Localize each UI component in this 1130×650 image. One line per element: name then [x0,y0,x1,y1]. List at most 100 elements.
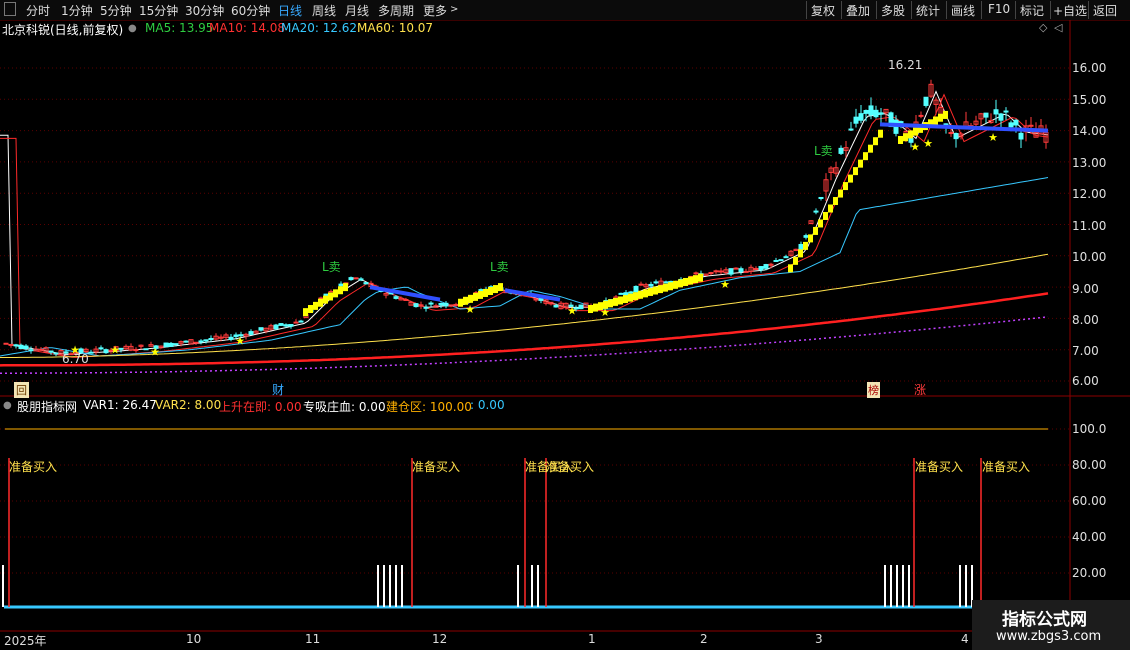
signal-bar [308,305,313,314]
tab-30min[interactable]: 30分钟 [185,2,224,19]
ma10-label: MA10: 14.08 [209,21,286,35]
hui-marker[interactable]: 回 [14,382,29,398]
ind-tick: 60.00 [1072,494,1107,508]
candle-body [163,342,169,348]
back-button[interactable]: 返回 [1093,2,1117,19]
mark-button[interactable]: 标记 [1020,2,1044,19]
candle-body [18,344,24,350]
candle-body [208,337,214,340]
tab-60min[interactable]: 60分钟 [231,2,270,19]
candle-body [98,347,104,350]
kline-chart[interactable]: ★ ★ ★★★ ★ ★★★ ★ ★ [0,20,1130,650]
candle-body [413,303,419,308]
candle-body [443,302,449,307]
candle-body [993,109,999,115]
tab-monthly[interactable]: 月线 [345,2,369,19]
triangle-icon[interactable]: ◁ [1054,21,1062,34]
stats-button[interactable]: 统计 [916,2,940,19]
candle-body [403,298,409,301]
signal-bar [808,234,813,243]
price-tick: 6.00 [1072,374,1099,388]
ind-tick: 20.00 [1072,566,1107,580]
star-marker: ★ [910,140,920,153]
time-tick: 1 [588,632,596,646]
indicator-name[interactable]: 股朋指标网 [17,398,77,415]
signal-bar [468,294,473,303]
signal-bar [798,249,803,258]
signal-bar [498,283,503,292]
signal-bar [843,182,848,191]
signal-bar [943,110,948,119]
candle-body [918,114,924,117]
signal-bar [338,286,343,295]
signal-bar [698,273,703,282]
f10-button[interactable]: F10 [988,2,1010,16]
ma5-label: MA5: 13.95 [145,21,214,35]
tab-daily[interactable]: 日线 [278,2,302,19]
settings-dot-icon[interactable]: ● [128,23,137,34]
draw-line-button[interactable]: 画线 [951,2,975,19]
watermark-title: 指标公式网 [1002,610,1087,630]
signal-bar [493,285,498,294]
signal-bar [833,197,838,206]
fuquan-button[interactable]: 复权 [811,2,835,19]
tab-multi-period[interactable]: 多周期 [378,2,414,19]
candle-body [863,109,869,114]
candle-body [693,272,699,275]
time-tick: 2025年 [4,634,47,648]
candle-body [8,343,14,346]
diamond-icon[interactable]: ◇ [1039,21,1047,34]
window-icon[interactable] [4,2,16,16]
price-tick: 11.00 [1072,219,1107,233]
signal-bar [938,113,943,122]
ind-tick: 80.00 [1072,458,1107,472]
signal-bar [933,116,938,125]
chevron-right-icon[interactable]: > [450,4,458,15]
tab-15min[interactable]: 15分钟 [139,2,178,19]
candle-body [653,281,659,284]
signal-bar [623,295,628,304]
candle-body [278,323,284,326]
signal-bar [648,287,653,296]
indicator-menu-icon[interactable]: ● [3,400,12,411]
signal-bar [458,298,463,307]
candle-body [338,283,344,287]
tab-more[interactable]: 更多 [423,2,447,19]
candle-body [293,321,299,324]
star-marker: ★ [600,306,610,319]
low-price-label: 6.70 [62,352,89,366]
tab-1min[interactable]: 1分钟 [61,2,93,19]
bang-marker[interactable]: 榜 [867,382,880,398]
candle-body [283,324,289,327]
candle-body [228,336,234,340]
time-tick: 2 [700,632,708,646]
star-marker: ★ [567,305,577,318]
cai-marker[interactable]: 财 [272,381,284,398]
signal-bar [823,211,828,220]
overlay-button[interactable]: 叠加 [846,2,870,19]
indicator-legend: ● 股朋指标网 VAR1: 26.47 VAR2: 8.00 上升在即: 0.0… [0,397,1070,415]
star-marker: ★ [465,303,475,316]
candle-body [143,348,149,351]
signal-bar [658,285,663,294]
stock-title[interactable]: 北京科锐(日线,前复权) [2,21,123,38]
tab-weekly[interactable]: 周线 [312,2,336,19]
price-tick: 15.00 [1072,93,1107,107]
signal-bar [328,292,333,301]
candle-body [363,282,369,285]
ma60-label: MA60: 10.07 [357,21,434,35]
zhang-marker[interactable]: 涨 [914,381,926,398]
add-watchlist-button[interactable]: +自选 [1053,2,1087,19]
price-tick: 13.00 [1072,156,1107,170]
candle-body [628,291,634,294]
candle-body [23,345,29,350]
candle-body [53,352,59,355]
candle-body [663,281,669,284]
tab-5min[interactable]: 5分钟 [100,2,132,19]
candle-body [13,344,19,347]
tab-fenshi[interactable]: 分时 [26,2,50,19]
candle-body [103,349,109,354]
signal-bar [488,287,493,296]
multi-stock-button[interactable]: 多股 [881,2,905,19]
candle-body [923,96,929,106]
